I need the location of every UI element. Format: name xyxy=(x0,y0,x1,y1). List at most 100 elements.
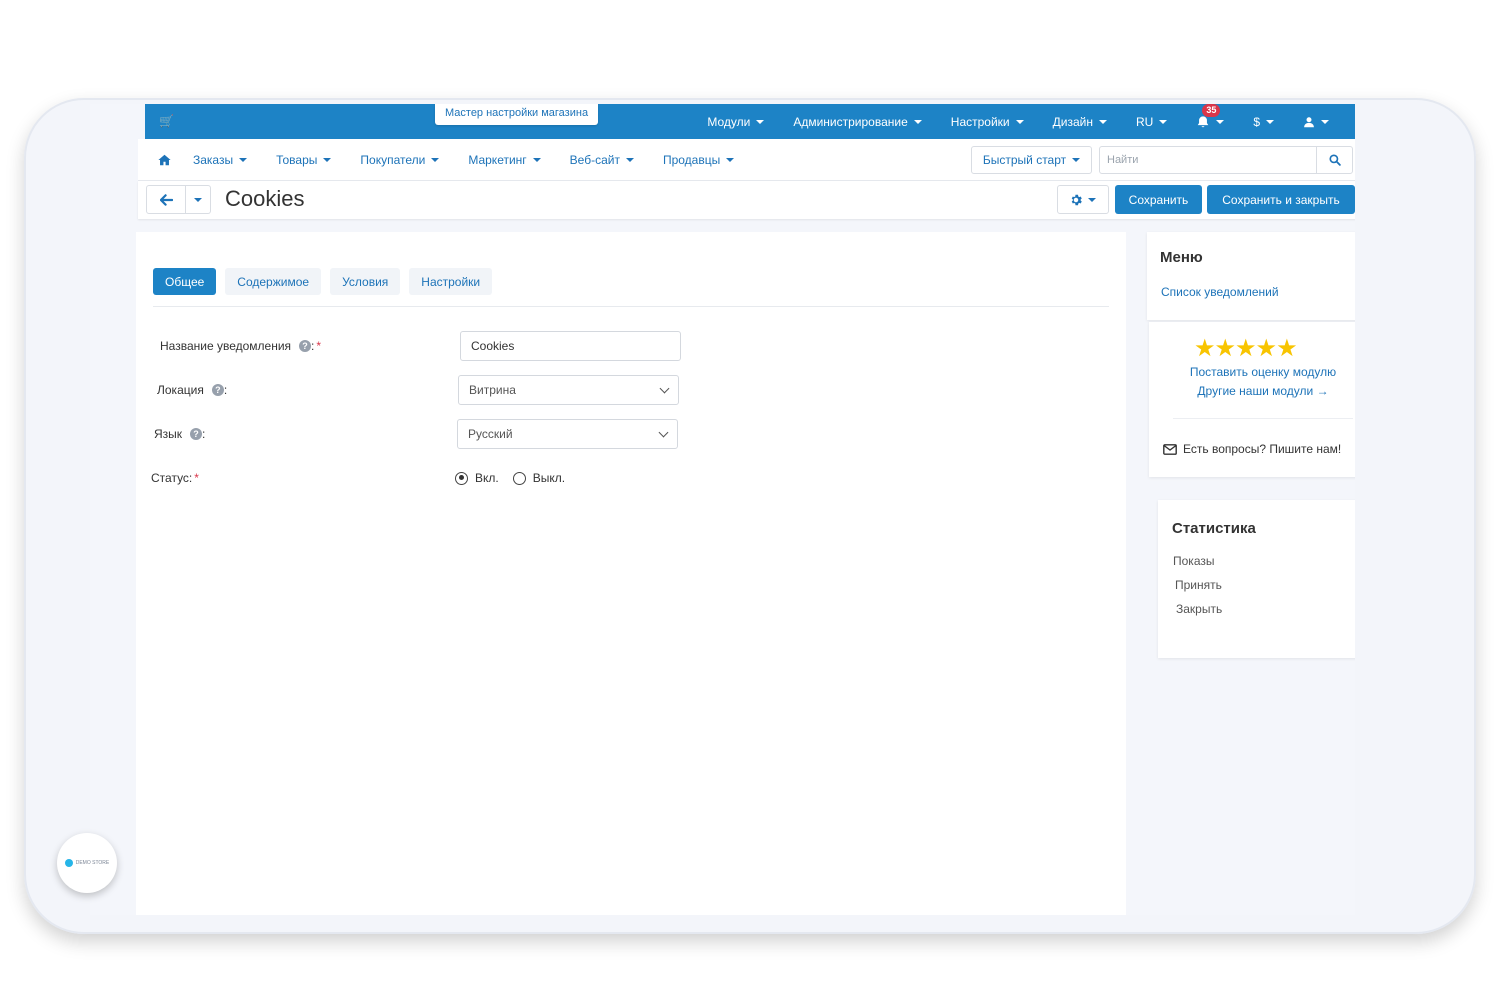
main-menu-bar: Заказы Товары Покупатели Маркетинг Веб-с… xyxy=(138,139,1355,181)
tab-content[interactable]: Содержимое xyxy=(225,268,322,295)
tab-settings[interactable]: Настройки xyxy=(409,268,493,295)
help-icon[interactable]: ? xyxy=(211,384,224,396)
quick-start-label: Быстрый старт xyxy=(982,153,1067,167)
back-dropdown-button[interactable] xyxy=(185,185,211,214)
name-label-text: Название уведомления xyxy=(160,339,292,353)
status-off-label[interactable]: Выкл. xyxy=(533,471,565,485)
menu-panel: Меню Список уведомлений xyxy=(1147,232,1355,320)
caret-down-icon xyxy=(726,158,735,162)
home-icon[interactable] xyxy=(158,154,171,166)
currency-selector[interactable]: $ xyxy=(1253,115,1274,129)
nav-products[interactable]: Товары xyxy=(276,153,332,167)
nav-customers[interactable]: Покупатели xyxy=(360,153,440,167)
location-value: Витрина xyxy=(469,383,516,397)
top-nav-label: Администрирование xyxy=(793,114,908,129)
help-icon[interactable]: ? xyxy=(299,340,312,352)
notification-name-value: Cookies xyxy=(471,339,515,353)
notifications-badge: 35 xyxy=(1202,104,1221,117)
panel-divider xyxy=(1173,418,1353,419)
stat-row-views: Показы9 xyxy=(1173,554,1355,568)
help-icon[interactable]: ? xyxy=(190,428,203,440)
search-icon xyxy=(1328,154,1341,166)
save-and-close-button[interactable]: Сохранить и закрыть xyxy=(1207,185,1355,214)
other-modules-link[interactable]: Другие наши модули → xyxy=(1149,384,1355,398)
top-nav-label: Настройки xyxy=(950,114,1010,129)
top-nav: Модули Администрирование Настройки Дизай… xyxy=(678,104,1329,139)
label-colon: : xyxy=(311,339,315,353)
settings-dropdown-button[interactable] xyxy=(1057,185,1109,214)
required-marker: * xyxy=(194,471,199,485)
status-on-radio[interactable] xyxy=(455,471,468,485)
home-button[interactable]: DEMO STORE xyxy=(57,833,117,893)
language-select[interactable]: Русский xyxy=(457,419,678,449)
caret-down-icon xyxy=(625,158,634,162)
stat-label: Закрыть xyxy=(1176,602,1223,616)
rating-stars[interactable]: ★★★★★ xyxy=(1194,334,1298,363)
top-nav-design[interactable]: Дизайн xyxy=(1053,115,1107,129)
setup-wizard-button[interactable]: Мастер настройки магазина xyxy=(435,104,599,125)
nav-website[interactable]: Веб-сайт xyxy=(570,153,634,167)
tab-conditions[interactable]: Условия xyxy=(330,268,401,295)
stat-label: Принять xyxy=(1175,578,1222,592)
status-radio-group: Вкл. Выкл. xyxy=(455,471,565,485)
caret-down-icon xyxy=(532,158,541,162)
top-nav-settings[interactable]: Настройки xyxy=(951,115,1024,129)
location-field-label: Локация ?: xyxy=(157,383,227,397)
status-on-label[interactable]: Вкл. xyxy=(475,471,499,485)
tab-general[interactable]: Общее xyxy=(153,268,217,295)
nav-label: Заказы xyxy=(193,153,234,167)
caret-down-icon xyxy=(323,158,332,162)
caret-down-icon xyxy=(1216,119,1225,124)
language-field-label: Язык ?: xyxy=(154,427,205,441)
required-marker: * xyxy=(316,339,322,353)
nav-orders[interactable]: Заказы xyxy=(193,153,248,167)
rate-module-link[interactable]: Поставить оценку модулю xyxy=(1149,365,1355,379)
cart-icon[interactable]: 🛒 xyxy=(159,114,174,128)
search-button[interactable] xyxy=(1316,147,1352,173)
quick-start-button[interactable]: Быстрый старт xyxy=(971,146,1092,174)
main-content: Общее Содержимое Условия Настройки Назва… xyxy=(136,232,1126,915)
caret-down-icon xyxy=(1088,197,1096,202)
nav-marketing[interactable]: Маркетинг xyxy=(468,153,541,167)
contact-link[interactable]: Есть вопросы? Пишите нам! xyxy=(1163,442,1341,456)
arrow-left-icon xyxy=(159,193,173,206)
caret-down-icon xyxy=(1321,119,1329,124)
notification-name-input[interactable]: Cookies xyxy=(460,331,681,361)
top-nav-label: Модули xyxy=(707,114,751,129)
caret-down-icon xyxy=(756,119,765,124)
store-logo-icon: DEMO STORE xyxy=(64,859,109,867)
stat-row-close: Закрыть1 xyxy=(1176,602,1355,616)
caret-down-icon xyxy=(193,197,202,202)
gear-icon xyxy=(1071,194,1082,205)
notifications-button[interactable]: 35 xyxy=(1196,104,1225,129)
notifications-list-link[interactable]: Список уведомлений xyxy=(1161,285,1279,299)
stat-row-accept: Принять6 xyxy=(1175,578,1355,592)
nav-label: Продавцы xyxy=(662,153,721,167)
statistics-title: Статистика xyxy=(1172,520,1256,537)
search-input[interactable] xyxy=(1100,147,1316,173)
top-nav-administration[interactable]: Администрирование xyxy=(793,114,922,129)
location-select[interactable]: Витрина xyxy=(458,375,679,405)
nav-label: Веб-сайт xyxy=(569,153,620,167)
language-selector[interactable]: RU xyxy=(1136,115,1168,129)
language-value: Русский xyxy=(468,427,513,441)
status-off-radio[interactable] xyxy=(512,471,526,485)
main-nav: Заказы Товары Покупатели Маркетинг Веб-с… xyxy=(158,139,763,181)
search-box xyxy=(1099,146,1353,174)
bell-icon xyxy=(1198,115,1209,127)
save-button[interactable]: Сохранить xyxy=(1115,185,1202,214)
nav-vendors[interactable]: Продавцы xyxy=(662,153,735,167)
stat-label: Показы xyxy=(1173,554,1215,568)
top-nav-modules[interactable]: Модули xyxy=(707,114,765,129)
user-icon xyxy=(1304,116,1314,127)
contact-text: Есть вопросы? Пишите нам! xyxy=(1183,442,1342,456)
menu-title: Меню xyxy=(1160,249,1203,266)
top-bar: 🛒 Мастер настройки магазина Модули Админ… xyxy=(145,104,1355,139)
caret-down-icon xyxy=(1098,119,1107,124)
tab-divider xyxy=(153,306,1109,307)
back-button[interactable] xyxy=(146,185,186,214)
caret-down-icon xyxy=(1159,119,1168,124)
caret-down-icon xyxy=(1072,158,1081,162)
user-menu[interactable] xyxy=(1303,116,1329,128)
caret-down-icon xyxy=(913,119,922,124)
